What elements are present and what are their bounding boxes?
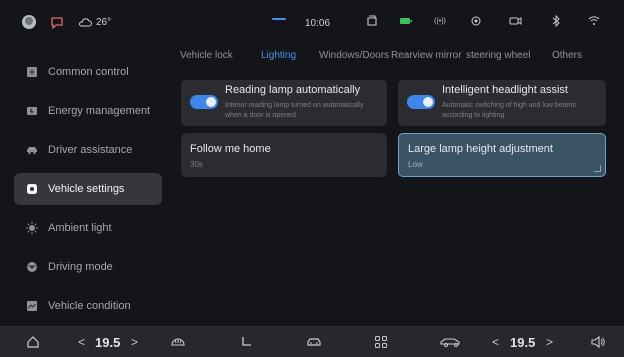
left-temp-increase-button[interactable]: >: [131, 333, 138, 351]
headlight-assist-toggle[interactable]: [407, 95, 435, 109]
tab-rearview-mirror[interactable]: Rearview mirror: [391, 50, 462, 61]
battery-status-icon: [398, 13, 414, 29]
sidebar-item-label: Driver assistance: [48, 144, 133, 156]
cloud-icon: [79, 18, 92, 27]
tab-windows-doors[interactable]: Windows/Doors: [319, 50, 389, 61]
reading-lamp-title: Reading lamp automatically: [225, 84, 361, 96]
bottom-dock: < 19.5 > < 19.5 >: [0, 326, 624, 357]
car-icon[interactable]: [306, 333, 322, 351]
sidebar-item-driver-assistance[interactable]: Driver assistance: [14, 134, 162, 166]
steering-icon: [26, 261, 38, 273]
tab-active-indicator: [272, 18, 286, 20]
tab-others[interactable]: Others: [552, 50, 582, 61]
message-icon[interactable]: [50, 16, 64, 30]
sidebar-item-label: Driving mode: [48, 261, 113, 273]
right-temp-increase-button[interactable]: >: [546, 333, 553, 351]
bluetooth-icon: [548, 13, 564, 29]
tab-lighting[interactable]: Lighting: [261, 50, 296, 61]
camera-icon: [508, 13, 524, 29]
sun-icon: [26, 222, 38, 234]
clock: 10:06: [305, 18, 331, 29]
chart-icon: [26, 300, 38, 312]
headlight-assist-card: Intelligent headlight assist Automatic s…: [398, 80, 606, 126]
sidebar-item-vehicle-settings[interactable]: Vehicle settings: [14, 173, 162, 205]
lamp-height-value: Low: [408, 160, 423, 169]
reading-lamp-desc: Interior reading lamp turned on automati…: [225, 102, 364, 119]
signal-waves-icon: ((•)): [434, 17, 446, 25]
sidebar-item-label: Vehicle condition: [48, 300, 131, 312]
sidebar-item-driving-mode[interactable]: Driving mode: [14, 251, 162, 283]
headlight-assist-title: Intelligent headlight assist: [442, 84, 568, 96]
location-icon: [468, 13, 484, 29]
car-side-icon[interactable]: [440, 333, 462, 351]
follow-me-home-value: 30s: [190, 160, 203, 169]
tab-steering-wheel[interactable]: steering wheel: [466, 50, 530, 61]
sidebar-item-vehicle-condition[interactable]: Vehicle condition: [14, 290, 162, 322]
volume-icon[interactable]: [590, 333, 606, 351]
lamp-height-title: Large lamp height adjustment: [408, 143, 553, 155]
expand-corner-icon: [594, 165, 601, 172]
sidebar-item-label: Common control: [48, 66, 129, 78]
car-assist-icon: [26, 144, 38, 156]
headlight-assist-desc: Automatic switching of high and low beam…: [442, 102, 576, 119]
battery-icon: [26, 105, 38, 117]
sidebar: Common control Energy management Driver …: [14, 56, 162, 329]
grid-icon: [26, 66, 38, 78]
right-temp-value: 19.5: [510, 334, 536, 350]
apps-icon[interactable]: [374, 333, 388, 351]
settings-icon: [26, 183, 38, 195]
weather-temp: 26°: [96, 16, 112, 28]
sidebar-item-label: Vehicle settings: [48, 183, 125, 195]
follow-me-home-card[interactable]: Follow me home 30s: [181, 133, 387, 177]
lamp-height-card[interactable]: Large lamp height adjustment Low: [398, 133, 606, 177]
tab-vehicle-lock[interactable]: Vehicle lock: [180, 50, 233, 61]
left-temp-value: 19.5: [95, 334, 121, 350]
sidebar-item-energy-management[interactable]: Energy management: [14, 95, 162, 127]
avatar[interactable]: [22, 15, 36, 29]
sidebar-item-ambient-light[interactable]: Ambient light: [14, 212, 162, 244]
sidebar-item-label: Energy management: [48, 105, 151, 117]
wifi-icon: [586, 13, 602, 29]
follow-me-home-title: Follow me home: [190, 143, 271, 155]
seat-icon[interactable]: [240, 333, 254, 351]
status-bar: 26° 10:06 ((•)): [0, 0, 624, 44]
right-temp-decrease-button[interactable]: <: [492, 333, 499, 351]
reading-lamp-toggle[interactable]: [190, 95, 218, 109]
weather-widget[interactable]: 26°: [78, 17, 111, 28]
reading-lamp-card: Reading lamp automatically Interior read…: [181, 80, 387, 126]
sidebar-item-common-control[interactable]: Common control: [14, 56, 162, 88]
sidebar-item-label: Ambient light: [48, 222, 112, 234]
defrost-icon[interactable]: [170, 333, 186, 351]
trunk-icon: [364, 13, 380, 29]
left-temp-decrease-button[interactable]: <: [78, 333, 85, 351]
home-icon[interactable]: [26, 333, 40, 351]
